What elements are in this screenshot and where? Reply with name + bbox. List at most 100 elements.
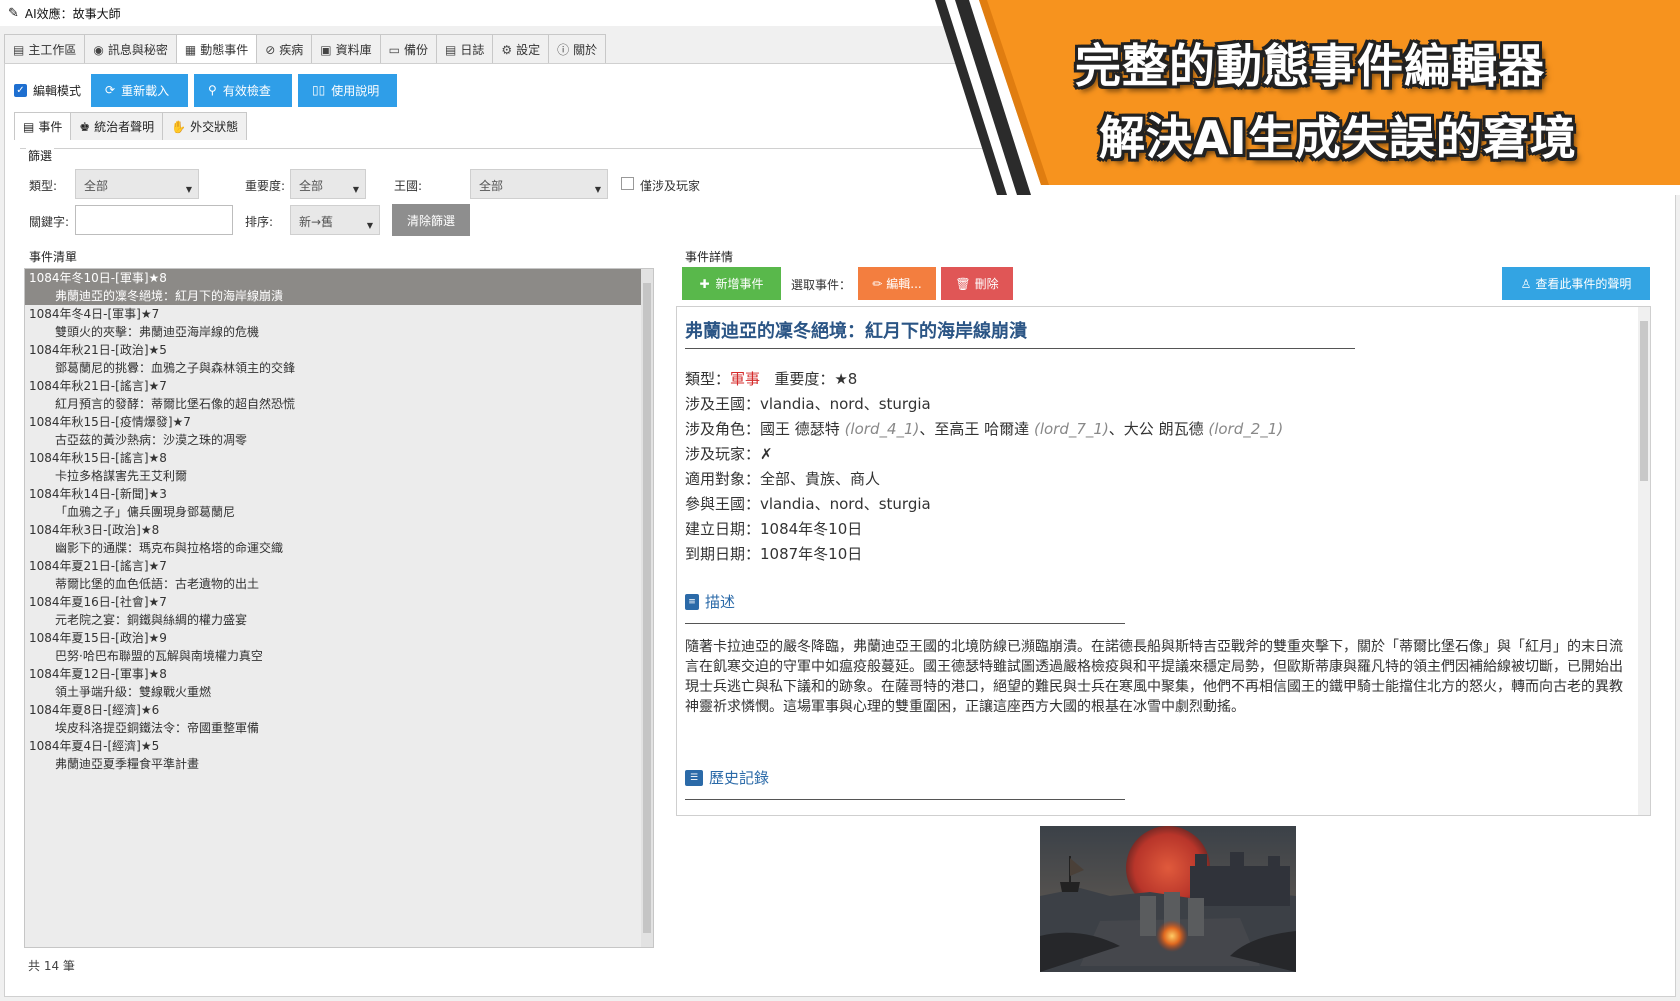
- sort-label: 排序:: [245, 215, 274, 229]
- banner-line-2: 解決AI生成失誤的窘境: [1099, 111, 1577, 165]
- info-icon: ⓘ: [557, 43, 570, 57]
- description-heading: ≡ 描述: [685, 591, 735, 612]
- list-item-date[interactable]: 1084年夏21日-[謠言]★7: [25, 557, 653, 575]
- feather-icon: ✎: [8, 5, 19, 21]
- toolbar: ✓ 編輯模式 ⟳ 重新載入 ⚲ 有效檢查 ▯▯ 使用說明: [14, 73, 398, 107]
- type-select[interactable]: 全部 ▼: [75, 169, 199, 199]
- sort-select[interactable]: 新→舊 ▼: [290, 205, 380, 235]
- list-item-date[interactable]: 1084年夏15日-[政治]★9: [25, 629, 653, 647]
- detail-scrollbar[interactable]: [1638, 307, 1650, 815]
- tab-log[interactable]: ▤ 日誌: [436, 34, 494, 64]
- list-item-date[interactable]: 1084年秋21日-[政治]★5: [25, 341, 653, 359]
- kingdom-label: 王國:: [394, 179, 423, 193]
- event-characters: 涉及角色：國王 德瑟特 (lord_4_1)、至高王 哈爾達 (lord_7_1…: [685, 420, 1284, 438]
- divider: [685, 348, 1355, 349]
- list-item-title[interactable]: 埃皮科洛提亞銅鐵法令：帝國重整軍備: [25, 719, 653, 737]
- tab-disease[interactable]: ⊘ 疾病: [256, 34, 313, 64]
- list-item-title[interactable]: 元老院之宴：銅鐵與絲綢的權力盛宴: [25, 611, 653, 629]
- list-item-date[interactable]: 1084年秋3日-[政治]★8: [25, 521, 653, 539]
- clear-filter-button[interactable]: 清除篩選: [392, 204, 470, 236]
- event-detail-title: 事件詳情: [683, 248, 736, 265]
- list-item-date[interactable]: 1084年冬4日-[軍事]★7: [25, 305, 653, 323]
- reload-icon: ⟳: [105, 83, 116, 97]
- help-button[interactable]: ▯▯ 使用說明: [298, 73, 398, 107]
- trash-icon: 🗑: [955, 276, 971, 291]
- selected-event-label: 選取事件：: [791, 278, 852, 292]
- tab-messages-secrets[interactable]: ◉ 訊息與秘密: [84, 34, 177, 64]
- tab-dynamic-events[interactable]: ▦ 動態事件: [175, 34, 258, 64]
- importance-label: 重要度:: [245, 179, 286, 193]
- tab-database[interactable]: ▣ 資料庫: [311, 34, 381, 64]
- event-type: 類型：軍事 重要度：★8: [685, 370, 858, 388]
- list-item-date[interactable]: 1084年秋21日-[謠言]★7: [25, 377, 653, 395]
- list-item-title[interactable]: 弗蘭迪亞夏季糧食平準計畫: [25, 755, 653, 773]
- list-item-title[interactable]: 「血鴉之子」傭兵團現身鄧葛蘭尼: [25, 503, 653, 521]
- list-item-date[interactable]: 1084年秋15日-[謠言]★8: [25, 449, 653, 467]
- scene-illustration: [1040, 826, 1296, 972]
- list-item-date[interactable]: 1084年夏8日-[經濟]★6: [25, 701, 653, 719]
- log-icon: ▤: [445, 42, 457, 57]
- list-item-title[interactable]: 古亞茲的黃沙熱病：沙漠之珠的凋零: [25, 431, 653, 449]
- window-title: AI效應：故事大師: [24, 6, 121, 21]
- list-item-date[interactable]: 1084年秋14日-[新聞]★3: [25, 485, 653, 503]
- validate-button[interactable]: ⚲ 有效檢查: [194, 73, 293, 107]
- divider: [685, 623, 1125, 624]
- list-item-title[interactable]: 領土爭端升級：雙線戰火重燃: [25, 683, 653, 701]
- add-event-button[interactable]: ✚ 新增事件: [682, 267, 781, 300]
- tab-backup[interactable]: ▭ 備份: [379, 34, 438, 64]
- event-detail-view[interactable]: 弗蘭迪亞的凜冬絕境：紅月下的海岸線崩潰 類型：軍事 重要度：★8 涉及王國：vl…: [676, 306, 1651, 816]
- player-only-checkbox[interactable]: [621, 177, 634, 190]
- event-list-scrollbar[interactable]: [641, 269, 653, 947]
- event-kingdoms: 涉及王國：vlandia、nord、sturgia: [685, 395, 931, 413]
- list-item-date[interactable]: 1084年秋15日-[疫情爆發]★7: [25, 413, 653, 431]
- event-title: 弗蘭迪亞的凜冬絕境：紅月下的海岸線崩潰: [685, 321, 1027, 342]
- list-item-title[interactable]: 巴努·哈巴布聯盟的瓦解與南境權力真空: [25, 647, 653, 665]
- list-item-date[interactable]: 1084年夏16日-[社會]★7: [25, 593, 653, 611]
- pencil-icon: ✏: [872, 276, 883, 291]
- banner-line-1: 完整的動態事件編輯器: [1075, 39, 1545, 93]
- tab-settings[interactable]: ⚙ 設定: [492, 34, 550, 64]
- gear-icon: ⚙: [501, 42, 513, 57]
- tab-events[interactable]: ▤ 事件: [14, 112, 72, 140]
- importance-select[interactable]: 全部 ▼: [290, 169, 366, 199]
- list-item-date[interactable]: 1084年冬10日-[軍事]★8: [25, 269, 653, 287]
- main-tab-bar: ▤ 主工作區 ◉ 訊息與秘密 ▦ 動態事件 ⊘ 疾病 ▣ 資料庫 ▭ 備份 ▤ 日誌 ⚙ 設定 …: [4, 34, 607, 64]
- list-item-date[interactable]: 1084年夏4日-[經濟]★5: [25, 737, 653, 755]
- sub-tab-bar: ▤ 事件 ♚ 統治者聲明 ✋ 外交狀態: [14, 112, 248, 140]
- chevron-down-icon: ▼: [185, 185, 192, 194]
- list-item-title[interactable]: 蒂爾比堡的血色低語：古老遺物的出土: [25, 575, 653, 593]
- list-item-title[interactable]: 雙頭火的夾擊：弗蘭迪亞海岸線的危機: [25, 323, 653, 341]
- keyword-input[interactable]: [75, 205, 233, 235]
- tab-diplomacy[interactable]: ✋ 外交狀態: [162, 112, 248, 140]
- event-player: 涉及玩家：✗: [685, 445, 773, 463]
- list-item-date[interactable]: 1084年夏12日-[軍事]★8: [25, 665, 653, 683]
- edit-mode-checkbox[interactable]: ✓ 編輯模式: [14, 82, 81, 99]
- event-list[interactable]: 1084年冬10日-[軍事]★8 弗蘭迪亞的凜冬絕境：紅月下的海岸線崩潰 108…: [24, 268, 654, 948]
- player-only-label: 僅涉及玩家: [640, 179, 701, 193]
- event-target: 適用對象：全部、貴族、商人: [685, 470, 881, 488]
- kingdom-select[interactable]: 全部 ▼: [470, 169, 608, 199]
- edit-event-button[interactable]: ✏ 編輯...: [858, 267, 936, 300]
- book-icon: ▯▯: [312, 83, 326, 97]
- scrollbar-thumb[interactable]: [643, 283, 651, 933]
- tab-main-workspace[interactable]: ▤ 主工作區: [4, 34, 86, 64]
- ruler-icon: ♚: [79, 119, 91, 134]
- list-item-title[interactable]: 弗蘭迪亞的凜冬絕境：紅月下的海岸線崩潰: [25, 287, 653, 305]
- search-icon: ⚲: [208, 83, 217, 97]
- news-icon: ▦: [184, 42, 197, 57]
- list-item-title[interactable]: 鄧葛蘭尼的挑釁：血鴉之子與森林領主的交鋒: [25, 359, 653, 377]
- list-item-title[interactable]: 卡拉多格謀害先王艾利爾: [25, 467, 653, 485]
- event-scene-image: [1040, 826, 1296, 972]
- folder-icon: ▭: [388, 42, 400, 57]
- event-count: 共 14 筆: [28, 959, 75, 973]
- type-label: 類型:: [29, 179, 58, 193]
- scrollbar-thumb[interactable]: [1640, 321, 1648, 481]
- view-declaration-button[interactable]: ♙ 查看此事件的聲明: [1502, 267, 1650, 300]
- tab-about[interactable]: ⓘ 關於: [548, 34, 607, 64]
- delete-event-button[interactable]: 🗑 刪除: [941, 267, 1013, 300]
- list-item-title[interactable]: 紅月預言的發酵：蒂爾比堡石像的超自然恐慌: [25, 395, 653, 413]
- reload-button[interactable]: ⟳ 重新載入: [91, 73, 189, 107]
- list-item-title[interactable]: 幽影下的通牒：瑪克布與拉格塔的命運交織: [25, 539, 653, 557]
- plus-icon: ✚: [699, 276, 710, 291]
- tab-ruler-declarations[interactable]: ♚ 統治者聲明: [70, 112, 164, 140]
